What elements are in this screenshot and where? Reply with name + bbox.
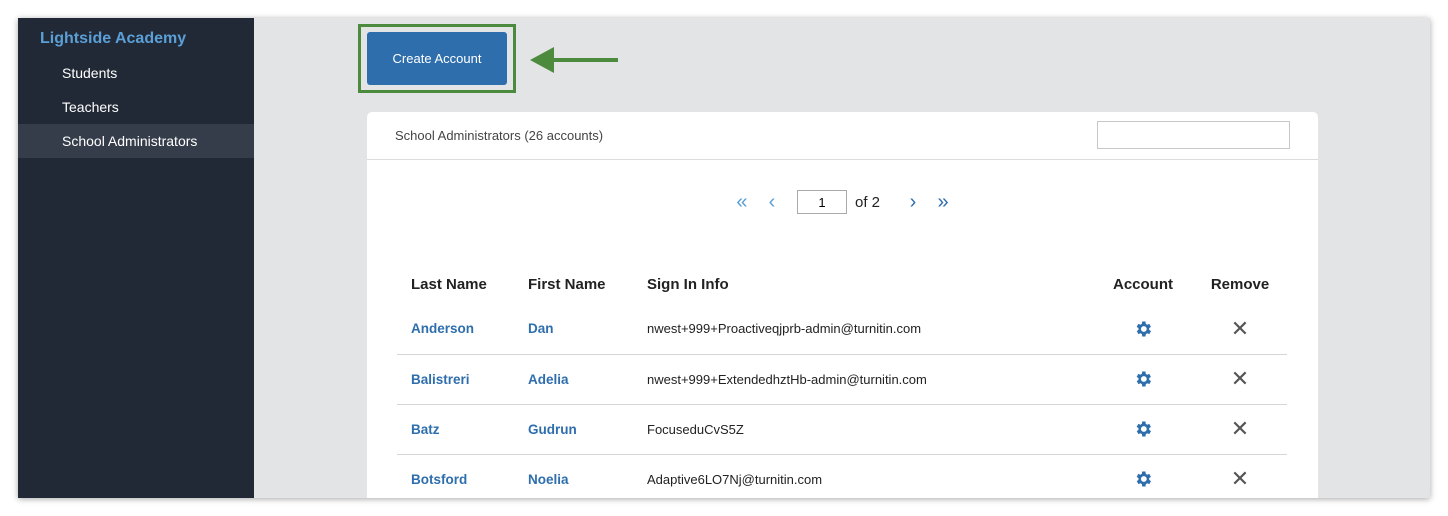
- pointer-arrow-icon: [530, 47, 618, 73]
- close-icon[interactable]: ✕: [1231, 416, 1249, 441]
- create-button-highlight: Create Account: [358, 24, 516, 93]
- accounts-table: Last Name First Name Sign In Info Accoun…: [397, 264, 1287, 498]
- sign-in-info: Adaptive6LO7Nj@turnitin.com: [633, 454, 1093, 498]
- sign-in-info: nwest+999+Proactiveqjprb-admin@turnitin.…: [633, 304, 1093, 355]
- accounts-card: School Administrators (26 accounts) « ‹ …: [367, 112, 1318, 498]
- sidebar-item-school-administrators[interactable]: School Administrators: [18, 124, 254, 158]
- table-row: Balistreri Adelia nwest+999+ExtendedhztH…: [397, 354, 1287, 405]
- col-last-name[interactable]: Last Name: [397, 264, 514, 304]
- last-name-link[interactable]: Anderson: [397, 304, 514, 355]
- last-name-link[interactable]: Batz: [397, 404, 514, 455]
- pagination: « ‹ of 2 › »: [367, 190, 1318, 214]
- next-page-icon[interactable]: ›: [898, 191, 928, 214]
- last-name-link[interactable]: Balistreri: [397, 354, 514, 405]
- close-icon[interactable]: ✕: [1231, 366, 1249, 391]
- last-page-icon[interactable]: »: [928, 191, 958, 214]
- sidebar-item-students[interactable]: Students: [18, 56, 254, 90]
- app-window: Lightside Academy Students Teachers Scho…: [18, 18, 1430, 498]
- main-content: Create Account School Administrators (26…: [254, 18, 1430, 498]
- col-account: Account: [1113, 275, 1173, 293]
- close-icon[interactable]: ✕: [1231, 316, 1249, 341]
- table-row: Botsford Noelia Adaptive6LO7Nj@turnitin.…: [397, 454, 1287, 498]
- first-name-link[interactable]: Noelia: [514, 454, 633, 498]
- table-header-row: Last Name First Name Sign In Info Accoun…: [397, 264, 1287, 304]
- col-first-name[interactable]: First Name: [514, 264, 633, 304]
- first-name-link[interactable]: Adelia: [514, 354, 633, 405]
- sidebar: Lightside Academy Students Teachers Scho…: [18, 18, 254, 498]
- gear-icon[interactable]: [1133, 319, 1153, 339]
- first-page-icon[interactable]: «: [727, 191, 757, 214]
- table-row: Anderson Dan nwest+999+Proactiveqjprb-ad…: [397, 304, 1287, 355]
- search-input[interactable]: [1097, 121, 1290, 149]
- last-name-link[interactable]: Botsford: [397, 454, 514, 498]
- gear-icon[interactable]: [1133, 369, 1153, 389]
- card-title: School Administrators (26 accounts): [395, 128, 604, 143]
- create-account-button[interactable]: Create Account: [367, 32, 507, 85]
- table-row: Batz Gudrun FocuseduCvS5Z ✕: [397, 404, 1287, 455]
- page-number-input[interactable]: [796, 190, 847, 214]
- first-name-link[interactable]: Gudrun: [514, 404, 633, 455]
- sign-in-info: FocuseduCvS5Z: [633, 404, 1093, 455]
- prev-page-icon[interactable]: ‹: [757, 191, 787, 214]
- sign-in-info: nwest+999+ExtendedhztHb-admin@turnitin.c…: [633, 354, 1093, 405]
- col-sign-in-info: Sign In Info: [647, 275, 729, 293]
- brand-title[interactable]: Lightside Academy: [18, 18, 254, 56]
- close-icon[interactable]: ✕: [1231, 466, 1249, 491]
- gear-icon[interactable]: [1133, 469, 1153, 489]
- first-name-link[interactable]: Dan: [514, 304, 633, 355]
- gear-icon[interactable]: [1133, 419, 1153, 439]
- col-remove: Remove: [1210, 275, 1270, 293]
- sidebar-item-teachers[interactable]: Teachers: [18, 90, 254, 124]
- page-count: of 2: [854, 193, 881, 211]
- card-header: School Administrators (26 accounts): [367, 112, 1318, 160]
